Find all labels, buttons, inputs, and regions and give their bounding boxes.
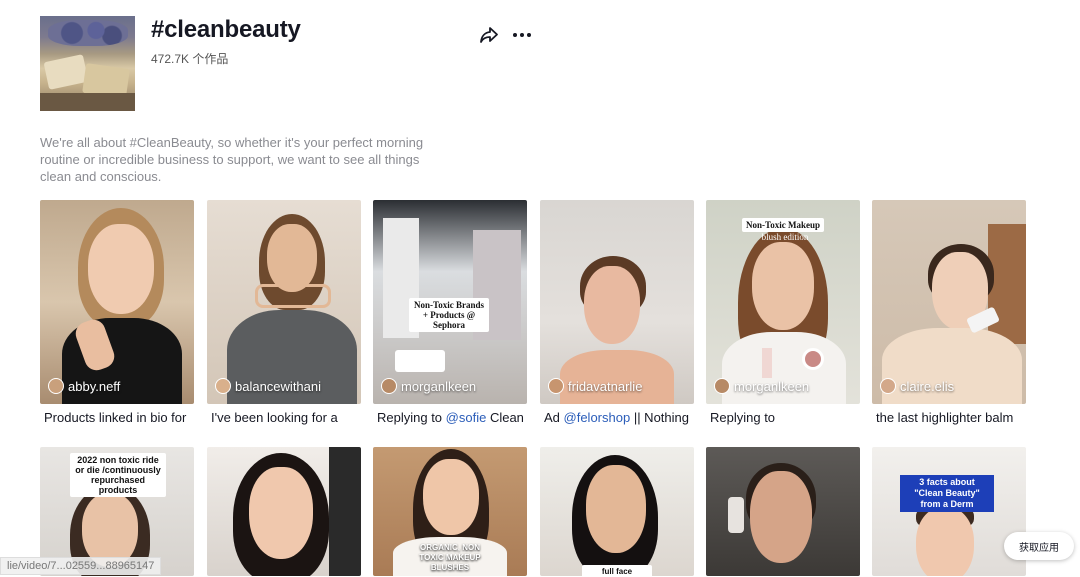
video-thumbnail[interactable]: ORGANIC, NON TOXIC MAKEUP BLUSHES [373,447,527,576]
video-author[interactable]: morganlkeen [381,378,476,394]
video-thumbnail[interactable]: abby.neff [40,200,194,404]
author-handle: morganlkeen [734,378,810,394]
status-url: lie/video/7...02559...88965147 [0,557,162,575]
video-caption: Replying to [710,410,860,425]
caption-mention[interactable]: @felorshop [564,410,631,425]
video-thumbnail[interactable]: Non-Toxic Makeup blush edition morganlke… [706,200,860,404]
video-thumbnail[interactable] [706,447,860,576]
caption-mention[interactable]: @sofie [446,410,487,425]
avatar [714,378,730,394]
video-author[interactable]: balancewithani [215,378,321,394]
video-card[interactable]: ORGANIC, NON TOXIC MAKEUP BLUSHES [373,447,527,576]
video-overlay-subtext: blush edition [761,232,809,242]
caption-text: Ad [544,410,564,425]
video-overlay-text: full face affordable [582,565,652,576]
avatar [880,378,896,394]
video-card[interactable]: fridavatnarlie Ad @felorshop || Nothing [540,200,694,425]
caption-text: Products linked in bio for [44,410,187,425]
video-overlay-text: 2022 non toxic ride or die /continuously… [70,453,166,497]
video-author[interactable]: morganlkeen [714,378,809,394]
avatar [548,378,564,394]
video-overlay-text: Non-Toxic Makeup [742,218,824,232]
avatar [381,378,397,394]
video-thumbnail[interactable] [207,447,361,576]
author-handle: abby.neff [68,378,121,394]
video-card[interactable]: 3 facts about "Clean Beauty" from a Derm [872,447,1026,576]
hashtag-cover-image [40,16,135,111]
hashtag-description: We're all about #CleanBeauty, so whether… [40,135,424,184]
video-card[interactable]: full face affordable [540,447,694,576]
video-caption: Products linked in bio for [44,410,194,425]
video-thumbnail[interactable]: 3 facts about "Clean Beauty" from a Derm [872,447,1026,576]
video-overlay-text: 3 facts about "Clean Beauty" from a Derm [900,475,994,512]
video-card[interactable] [706,447,860,576]
avatar [48,378,64,394]
video-card[interactable]: Non-Toxic Brands + Products @ Sephora mo… [373,200,527,425]
video-thumbnail[interactable]: Non-Toxic Brands + Products @ Sephora mo… [373,200,527,404]
video-overlay-text: ORGANIC, NON TOXIC MAKEUP BLUSHES [419,543,481,572]
video-thumbnail[interactable]: fridavatnarlie [540,200,694,404]
avatar [215,378,231,394]
caption-text: Clean [486,410,524,425]
video-overlay-text: Non-Toxic Brands + Products @ Sephora [409,298,489,332]
caption-text: the last highlighter balm [876,410,1014,425]
video-card[interactable]: claire.elis the last highlighter balm [872,200,1026,425]
video-card[interactable]: Non-Toxic Makeup blush edition morganlke… [706,200,860,425]
video-caption: Replying to @sofie Clean [377,410,527,425]
video-author[interactable]: claire.elis [880,378,954,394]
more-icon[interactable] [510,24,534,46]
video-author[interactable]: abby.neff [48,378,120,394]
author-handle: balancewithani [235,378,322,394]
video-thumbnail[interactable]: balancewithani [207,200,361,404]
caption-text: Replying to [710,410,776,425]
video-count: 472.7K 个作品 [151,52,229,66]
caption-text: || Nothing [630,410,689,425]
video-thumbnail[interactable]: claire.elis [872,200,1026,404]
get-app-button[interactable]: 获取应用 [1004,532,1074,560]
video-caption: the last highlighter balm [876,410,1026,425]
caption-text: Replying to [377,410,446,425]
video-thumbnail[interactable]: full face affordable [540,447,694,576]
caption-text: I've been looking for a [211,410,338,425]
video-card[interactable]: balancewithani I've been looking for a [207,200,361,425]
hashtag-title: #cleanbeauty [151,16,301,43]
video-caption: I've been looking for a [211,410,361,425]
author-handle: claire.elis [900,378,955,394]
hashtag-header: #cleanbeauty 472.7K 个作品 [40,16,540,111]
share-icon[interactable] [478,24,500,46]
video-card[interactable]: abby.neff Products linked in bio for [40,200,194,425]
author-handle: morganlkeen [401,378,477,394]
video-card[interactable] [207,447,361,576]
author-handle: fridavatnarlie [568,378,643,394]
video-author[interactable]: fridavatnarlie [548,378,642,394]
video-caption: Ad @felorshop || Nothing [544,410,694,425]
